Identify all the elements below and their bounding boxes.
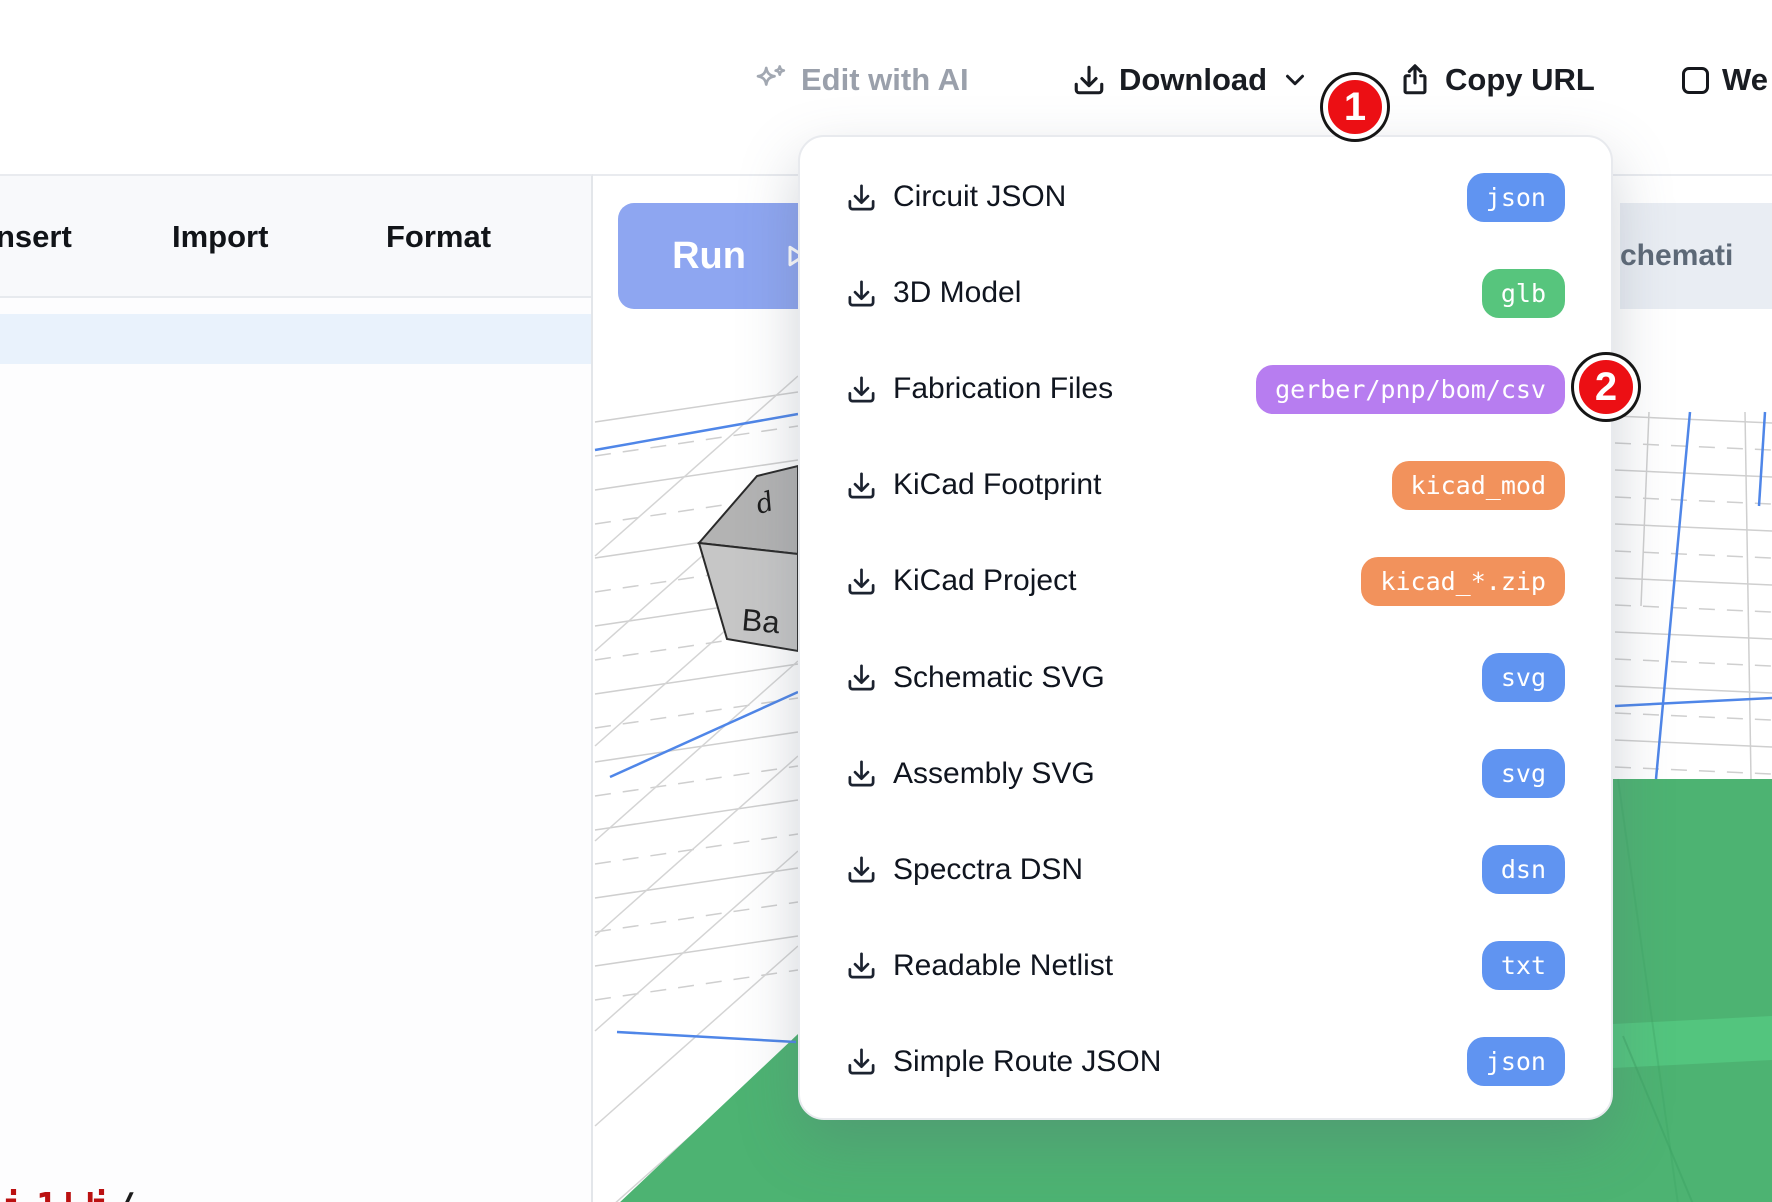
- file-format-badge: kicad_mod: [1392, 461, 1565, 510]
- annotation-step-2-badge: 2: [1574, 355, 1638, 419]
- editor-selected-line: [0, 314, 591, 364]
- menu-item-label: Readable Netlist: [893, 949, 1113, 983]
- download-icon: [846, 470, 877, 501]
- component-3d-box: d Ba: [699, 466, 798, 651]
- webview-checkbox[interactable]: [1682, 67, 1709, 94]
- menu-item-label: 3D Model: [893, 276, 1021, 310]
- menu-item-label: Schematic SVG: [893, 661, 1105, 695]
- download-icon: [846, 1046, 877, 1077]
- file-format-badge: gerber/pnp/bom/csv: [1256, 365, 1565, 414]
- download-icon: [846, 566, 877, 597]
- download-icon: [846, 374, 877, 405]
- download-icon: [846, 278, 877, 309]
- tab-schematic-partial[interactable]: chemati: [1620, 203, 1772, 309]
- download-icon: [846, 182, 877, 213]
- download-icon: [846, 662, 877, 693]
- download-icon: [1072, 63, 1106, 97]
- menu-item-label: Fabrication Files: [893, 372, 1113, 406]
- menu-format[interactable]: Format: [386, 176, 491, 298]
- menu-item-label: KiCad Footprint: [893, 468, 1101, 502]
- download-menu-item-simple-route-json[interactable]: Simple Route JSON json: [800, 1014, 1611, 1110]
- download-menu-item-circuit-json[interactable]: Circuit JSON json: [800, 149, 1611, 245]
- download-menu-item-kicad-project[interactable]: KiCad Project kicad_*.zip: [800, 533, 1611, 629]
- svg-text:Ba: Ba: [740, 602, 782, 640]
- file-format-badge: kicad_*.zip: [1361, 557, 1565, 606]
- menu-import[interactable]: Import: [172, 176, 268, 298]
- file-format-badge: glb: [1482, 269, 1565, 318]
- menu-insert[interactable]: nsert: [0, 176, 72, 298]
- tab-schematic-label: chemati: [1620, 239, 1733, 273]
- download-menu-item-3d-model[interactable]: 3D Model glb: [800, 245, 1611, 341]
- download-menu-item-schematic-svg[interactable]: Schematic SVG svg: [800, 629, 1611, 725]
- copy-url-label: Copy URL: [1445, 62, 1595, 98]
- file-format-badge: json: [1467, 1037, 1565, 1086]
- file-format-badge: json: [1467, 173, 1565, 222]
- share-icon: [1398, 63, 1432, 97]
- download-menu-item-kicad-footprint[interactable]: KiCad Footprint kicad_mod: [800, 437, 1611, 533]
- menu-item-label: Circuit JSON: [893, 180, 1066, 214]
- menu-item-label: Assembly SVG: [893, 757, 1095, 791]
- download-label: Download: [1119, 62, 1267, 98]
- menu-item-label: Specctra DSN: [893, 853, 1083, 887]
- download-icon: [846, 950, 877, 981]
- file-format-badge: txt: [1482, 941, 1565, 990]
- menu-item-label: KiCad Project: [893, 564, 1076, 598]
- edit-with-ai-label: Edit with AI: [801, 62, 969, 98]
- run-label: Run: [672, 235, 746, 278]
- download-menu-item-readable-netlist[interactable]: Readable Netlist txt: [800, 918, 1611, 1014]
- download-icon: [846, 854, 877, 885]
- file-format-badge: svg: [1482, 653, 1565, 702]
- menu-item-label: Simple Route JSON: [893, 1045, 1161, 1079]
- download-icon: [846, 758, 877, 789]
- code-editor-panel: nsert Import Format i 1!! i /: [0, 174, 593, 1202]
- app-window: Edit with AI Download Copy: [0, 0, 1772, 1202]
- chevron-down-icon: [1280, 65, 1310, 95]
- webview-toggle[interactable]: We: [1682, 0, 1768, 160]
- file-format-badge: svg: [1482, 749, 1565, 798]
- annotation-step-1-badge: 1: [1323, 75, 1387, 139]
- editor-menubar: nsert Import Format: [0, 176, 591, 298]
- webview-label: We: [1722, 62, 1768, 98]
- download-menu-item-fabrication-files[interactable]: Fabrication Files gerber/pnp/bom/csv: [800, 341, 1611, 437]
- sparkles-icon: [752, 62, 788, 98]
- download-menu-item-assembly-svg[interactable]: Assembly SVG svg: [800, 726, 1611, 822]
- file-format-badge: dsn: [1482, 845, 1565, 894]
- download-dropdown-menu: Circuit JSON json 3D Model glb Fabricati…: [798, 135, 1613, 1120]
- download-menu-item-specctra-dsn[interactable]: Specctra DSN dsn: [800, 822, 1611, 918]
